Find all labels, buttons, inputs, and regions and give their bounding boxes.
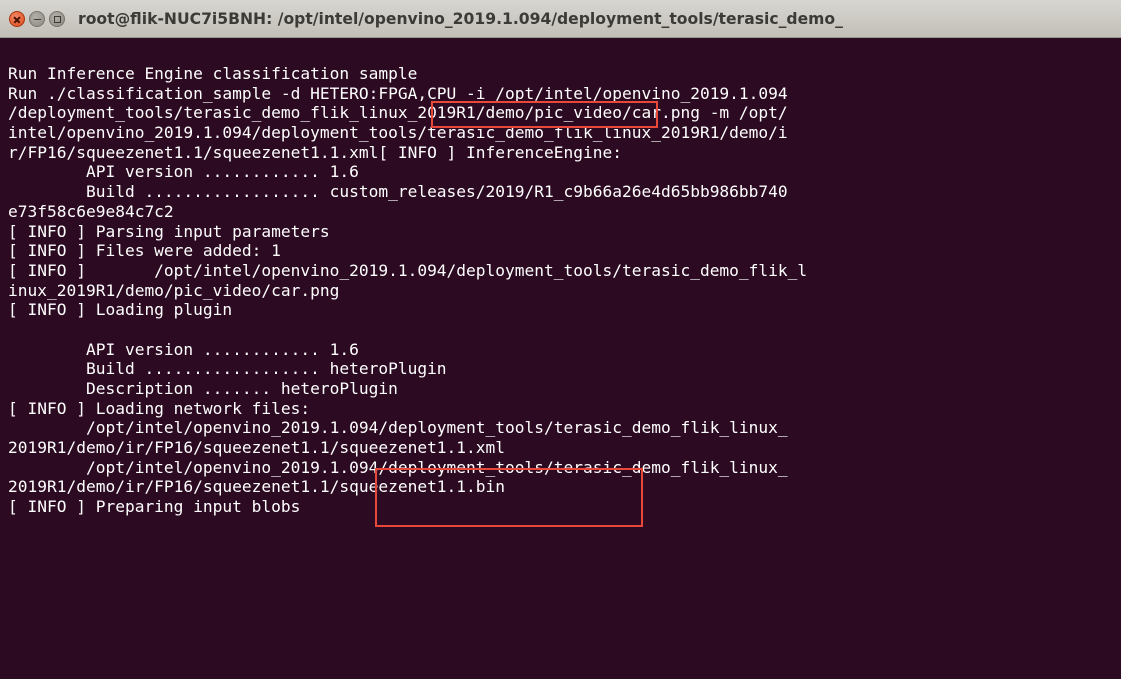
title-bar[interactable]: root@flik-NUC7i5BNH: /opt/intel/openvino…	[0, 0, 1121, 38]
terminal-line: [ INFO ] Loading plugin	[8, 300, 233, 320]
terminal-line: /opt/intel/openvino_2019.1.094/deploymen…	[8, 418, 788, 438]
close-icon[interactable]	[9, 11, 25, 27]
terminal-line: /opt/intel/openvino_2019.1.094/deploymen…	[8, 457, 788, 477]
terminal-line: e73f58c6e9e84c7c2	[8, 201, 174, 221]
terminal-line: intel/openvino_2019.1.094/deployment_too…	[8, 123, 788, 143]
terminal-line: inux_2019R1/demo/pic_video/car.png	[8, 280, 340, 300]
terminal-output[interactable]: Run Inference Engine classification samp…	[8, 64, 1118, 517]
terminal-line: Build .................. custom_releases…	[8, 182, 788, 202]
terminal-line: 2019R1/demo/ir/FP16/squeezenet1.1/squeez…	[8, 477, 506, 497]
terminal-line: API version ............ 1.6	[8, 162, 359, 182]
maximize-icon[interactable]	[49, 11, 65, 27]
minimize-icon[interactable]	[29, 11, 45, 27]
terminal-line: [ INFO ] /opt/intel/openvino_2019.1.094/…	[8, 260, 808, 280]
terminal-line: [ INFO ] Loading network files:	[8, 398, 311, 418]
terminal-line: API version ............ 1.6	[8, 339, 359, 359]
terminal-line: Run ./classification_sample -d HETERO:FP…	[8, 83, 788, 103]
window-title: root@flik-NUC7i5BNH: /opt/intel/openvino…	[78, 10, 843, 28]
terminal-line: Run Inference Engine classification samp…	[8, 64, 418, 83]
terminal-line: 2019R1/demo/ir/FP16/squeezenet1.1/squeez…	[8, 438, 506, 458]
terminal-line: [ INFO ] Files were added: 1	[8, 241, 281, 261]
terminal-line: [ INFO ] Parsing input parameters	[8, 221, 330, 241]
terminal-line: r/FP16/squeezenet1.1/squeezenet1.1.xml[ …	[8, 142, 622, 162]
terminal-line: /deployment_tools/terasic_demo_flik_linu…	[8, 103, 788, 123]
terminal-line: [ INFO ] Preparing input blobs	[8, 497, 301, 517]
terminal-line: Build .................. heteroPlugin	[8, 359, 447, 379]
terminal-line: Description ....... heteroPlugin	[8, 379, 398, 398]
terminal-window: root@flik-NUC7i5BNH: /opt/intel/openvino…	[0, 0, 1121, 679]
